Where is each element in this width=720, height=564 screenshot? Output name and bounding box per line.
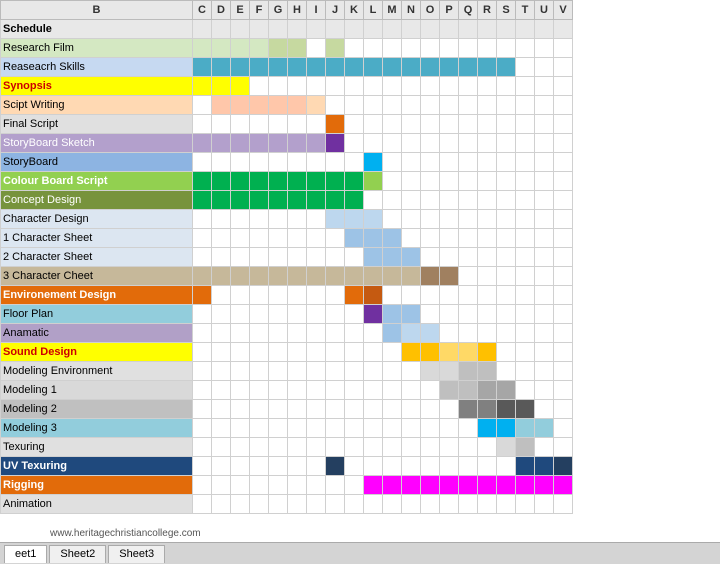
col-header-e: E: [231, 1, 250, 20]
row-label-floor: Floor Plan: [1, 305, 193, 324]
table-row: Animation: [1, 495, 573, 514]
table-row: Rigging: [1, 476, 573, 495]
row-label-research: Research Film: [1, 39, 193, 58]
row-label-model1: Modeling 1: [1, 381, 193, 400]
row-label-sound: Sound Design: [1, 343, 193, 362]
col-header-i: I: [307, 1, 326, 20]
spreadsheet-container: B C D E F G H I J K L M N O P Q R: [0, 0, 720, 564]
col-header-h: H: [288, 1, 307, 20]
table-row: Modeling 2: [1, 400, 573, 419]
row-label-rigging: Rigging: [1, 476, 193, 495]
row-label-char-design: Character Design: [1, 210, 193, 229]
table-row: Texuring: [1, 438, 573, 457]
row-label-scipt: Scipt Writing: [1, 96, 193, 115]
row-label-animation: Animation: [1, 495, 193, 514]
table-row: Reaseacrh Skills: [1, 58, 573, 77]
row-label-model-env: Modeling Environment: [1, 362, 193, 381]
table-row: Environement Design: [1, 286, 573, 305]
table-row: Scipt Writing: [1, 96, 573, 115]
col-header-t: T: [516, 1, 535, 20]
watermark-text: www.heritagechristiancollege.com: [50, 528, 201, 539]
col-header-o: O: [421, 1, 440, 20]
table-row: StoryBoard: [1, 153, 573, 172]
table-row: Research Film: [1, 39, 573, 58]
col-header-f: F: [250, 1, 269, 20]
row-label-3char: 3 Character Cheet: [1, 267, 193, 286]
row-label-synopsis: Synopsis: [1, 77, 193, 96]
col-header-b: B: [1, 1, 193, 20]
row-label-reaseacrh: Reaseacrh Skills: [1, 58, 193, 77]
gantt-table: B C D E F G H I J K L M N O P Q R: [0, 0, 573, 514]
col-header-v: V: [554, 1, 573, 20]
col-header-m: M: [383, 1, 402, 20]
table-row: Synopsis: [1, 77, 573, 96]
table-row: 3 Character Cheet: [1, 267, 573, 286]
table-row: Concept Design: [1, 191, 573, 210]
table-row: Anamatic: [1, 324, 573, 343]
col-header-r: R: [478, 1, 497, 20]
row-label-1char: 1 Character Sheet: [1, 229, 193, 248]
row-label-final: Final Script: [1, 115, 193, 134]
col-header-q: Q: [459, 1, 478, 20]
col-header-c: C: [193, 1, 212, 20]
sheet-tabs: eet1 Sheet2 Sheet3: [0, 542, 720, 564]
row-label-env: Environement Design: [1, 286, 193, 305]
table-row: Modeling 3: [1, 419, 573, 438]
col-header-k: K: [345, 1, 364, 20]
row-label-schedule: Schedule: [1, 20, 193, 39]
col-header-d: D: [212, 1, 231, 20]
row-label-texuring: Texuring: [1, 438, 193, 457]
table-row: Floor Plan: [1, 305, 573, 324]
row-label-sbs: StoryBoard Sketch: [1, 134, 193, 153]
table-row: StoryBoard Sketch: [1, 134, 573, 153]
row-label-2char: 2 Character Sheet: [1, 248, 193, 267]
row-label-anamatic: Anamatic: [1, 324, 193, 343]
tab-sheet1[interactable]: eet1: [4, 545, 47, 563]
row-label-concept: Concept Design: [1, 191, 193, 210]
table-row: Final Script: [1, 115, 573, 134]
row-label-colour: Colour Board Script: [1, 172, 193, 191]
col-header-j: J: [326, 1, 345, 20]
col-header-n: N: [402, 1, 421, 20]
table-row: UV Texuring: [1, 457, 573, 476]
col-header-u: U: [535, 1, 554, 20]
row-label-storyboard: StoryBoard: [1, 153, 193, 172]
grid-area: B C D E F G H I J K L M N O P Q R: [0, 0, 720, 542]
header-row: B C D E F G H I J K L M N O P Q R: [1, 1, 573, 20]
table-row: Modeling 1: [1, 381, 573, 400]
table-row: Sound Design: [1, 343, 573, 362]
table-row: 1 Character Sheet: [1, 229, 573, 248]
row-label-uv: UV Texuring: [1, 457, 193, 476]
col-header-s: S: [497, 1, 516, 20]
row-label-model2: Modeling 2: [1, 400, 193, 419]
col-header-g: G: [269, 1, 288, 20]
col-header-p: P: [440, 1, 459, 20]
col-header-l: L: [364, 1, 383, 20]
table-row: Colour Board Script: [1, 172, 573, 191]
table-row: Character Design: [1, 210, 573, 229]
tab-sheet3[interactable]: Sheet3: [108, 545, 165, 563]
table-row: 2 Character Sheet: [1, 248, 573, 267]
table-row: Modeling Environment: [1, 362, 573, 381]
row-label-model3: Modeling 3: [1, 419, 193, 438]
table-row: Schedule: [1, 20, 573, 39]
tab-sheet2[interactable]: Sheet2: [49, 545, 106, 563]
